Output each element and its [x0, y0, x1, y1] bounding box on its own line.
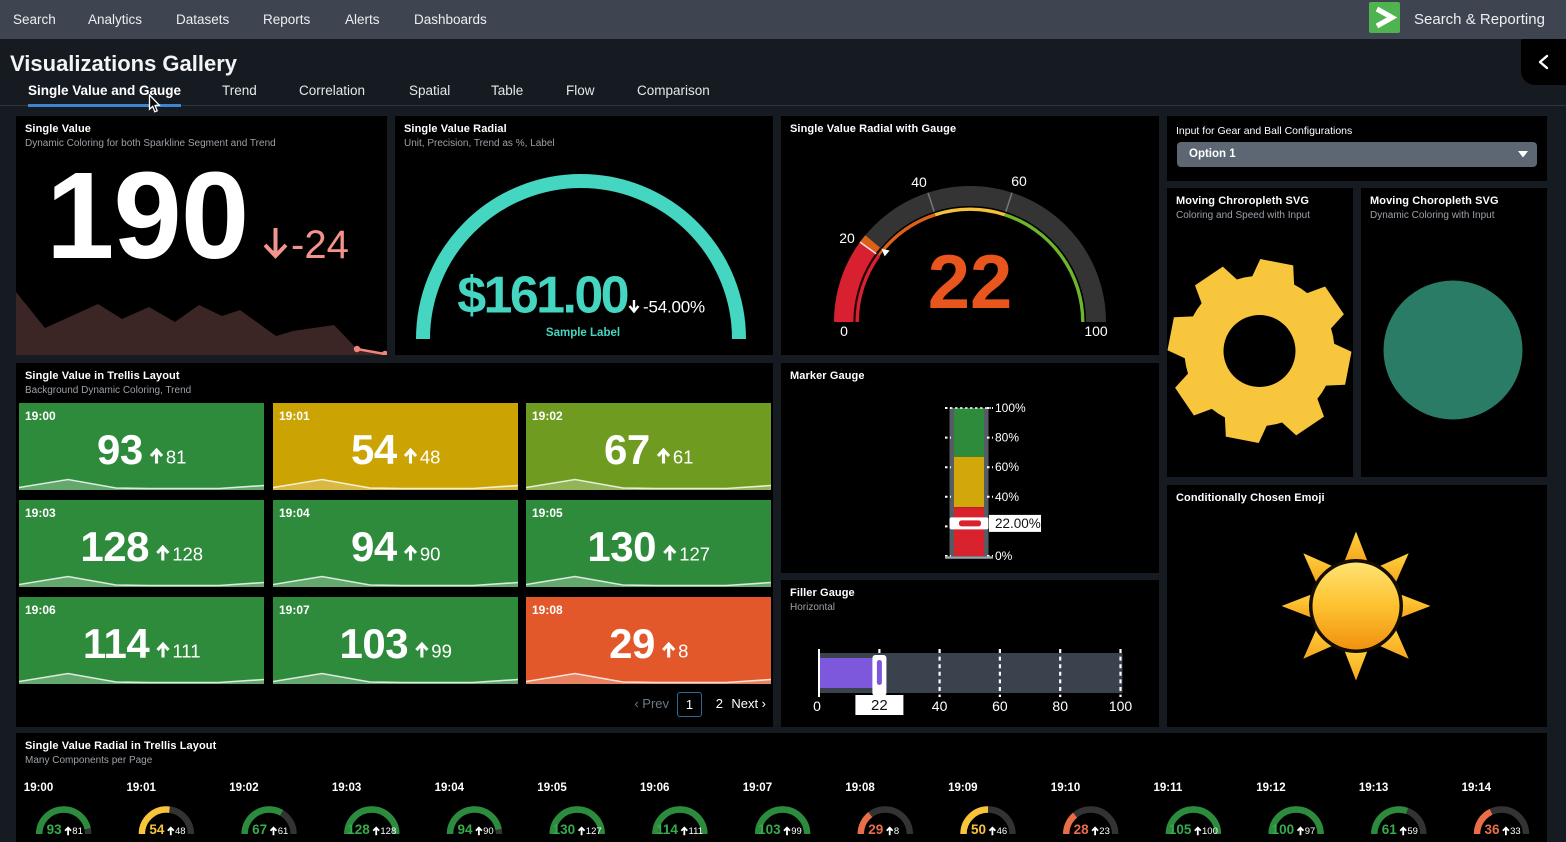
svg-text:20: 20 [839, 230, 855, 246]
svg-text:19:02: 19:02 [229, 782, 258, 794]
svg-text:130: 130 [587, 523, 656, 570]
svg-text:19:13: 19:13 [1359, 782, 1388, 794]
svg-text:19:11: 19:11 [1154, 782, 1183, 794]
svg-text:19:01: 19:01 [127, 782, 157, 794]
svg-text:36: 36 [1484, 822, 1500, 837]
svg-text:90: 90 [483, 826, 494, 837]
svg-text:19:04: 19:04 [279, 506, 310, 520]
svg-text:128: 128 [172, 544, 203, 565]
svg-text:19:14: 19:14 [1462, 782, 1492, 794]
svg-text:8: 8 [678, 641, 688, 662]
svg-text:100: 100 [1084, 323, 1108, 339]
svg-text:19:06: 19:06 [25, 603, 56, 617]
svg-text:19:12: 19:12 [1256, 782, 1285, 794]
svg-text:22: 22 [928, 240, 1013, 325]
svg-text:111: 111 [689, 826, 703, 837]
svg-text:93: 93 [47, 822, 63, 837]
svg-text:80: 80 [1052, 698, 1068, 714]
svg-text:94: 94 [350, 523, 397, 570]
svg-text:61: 61 [1382, 822, 1398, 837]
svg-text:81: 81 [72, 826, 83, 837]
svg-text:22.00%: 22.00% [995, 516, 1041, 531]
svg-text:127: 127 [679, 544, 710, 565]
svg-text:Sample Label: Sample Label [546, 327, 620, 339]
svg-text:100: 100 [1202, 826, 1218, 837]
svg-text:67: 67 [604, 426, 650, 473]
svg-text:22: 22 [871, 697, 888, 714]
svg-text:103: 103 [339, 620, 408, 667]
svg-text:40: 40 [911, 174, 927, 190]
svg-text:19:10: 19:10 [1051, 782, 1080, 794]
svg-text:19:06: 19:06 [640, 782, 669, 794]
svg-text:99: 99 [791, 826, 802, 837]
svg-text:8: 8 [894, 826, 899, 837]
svg-text:114: 114 [83, 620, 150, 667]
svg-text:99: 99 [431, 641, 452, 662]
svg-text:54: 54 [350, 426, 397, 473]
svg-text:0%: 0% [995, 549, 1013, 563]
svg-text:19:00: 19:00 [25, 409, 56, 423]
svg-text:54: 54 [149, 822, 165, 837]
svg-text:100: 100 [1109, 698, 1133, 714]
svg-text:128: 128 [380, 826, 396, 837]
svg-text:111: 111 [172, 641, 200, 662]
svg-text:94: 94 [457, 822, 473, 837]
svg-text:40: 40 [932, 698, 948, 714]
svg-text:60: 60 [1011, 173, 1027, 189]
svg-text:46: 46 [997, 826, 1008, 837]
svg-text:61: 61 [278, 826, 289, 837]
svg-text:81: 81 [166, 447, 187, 468]
svg-text:50: 50 [971, 822, 986, 837]
svg-text:28: 28 [1074, 822, 1090, 837]
svg-text:-54.00%: -54.00% [643, 298, 705, 317]
svg-text:100%: 100% [995, 401, 1026, 415]
svg-text:60%: 60% [995, 460, 1019, 474]
svg-text:19:03: 19:03 [332, 782, 361, 794]
svg-text:19:08: 19:08 [532, 603, 563, 617]
svg-text:59: 59 [1407, 826, 1418, 837]
svg-text:97: 97 [1305, 826, 1316, 837]
svg-text:19:09: 19:09 [948, 782, 977, 794]
svg-text:61: 61 [673, 447, 694, 468]
svg-text:67: 67 [252, 822, 267, 837]
svg-text:19:05: 19:05 [537, 782, 567, 794]
svg-text:0: 0 [840, 323, 848, 339]
svg-text:19:07: 19:07 [743, 782, 772, 794]
svg-text:130: 130 [553, 822, 576, 837]
svg-text:19:05: 19:05 [532, 506, 563, 520]
svg-text:19:03: 19:03 [25, 506, 56, 520]
svg-text:$161.00: $161.00 [457, 267, 627, 325]
svg-text:29: 29 [609, 620, 655, 667]
svg-text:-24: -24 [291, 223, 349, 267]
svg-text:19:02: 19:02 [532, 409, 563, 423]
svg-text:93: 93 [97, 426, 143, 473]
svg-text:19:04: 19:04 [435, 782, 465, 794]
svg-text:100: 100 [1272, 822, 1295, 837]
svg-text:40%: 40% [995, 490, 1019, 504]
svg-text:80%: 80% [995, 431, 1019, 445]
svg-text:19:01: 19:01 [279, 409, 310, 423]
svg-text:0: 0 [813, 698, 821, 714]
svg-text:29: 29 [868, 822, 883, 837]
svg-text:103: 103 [758, 822, 781, 837]
svg-text:90: 90 [419, 544, 440, 565]
svg-text:60: 60 [992, 698, 1008, 714]
svg-text:128: 128 [347, 822, 370, 837]
svg-text:127: 127 [586, 826, 602, 837]
svg-text:19:00: 19:00 [24, 782, 53, 794]
svg-text:128: 128 [80, 523, 149, 570]
svg-text:19:08: 19:08 [845, 782, 875, 794]
svg-text:23: 23 [1099, 826, 1110, 837]
svg-text:105: 105 [1169, 822, 1192, 837]
svg-text:19:07: 19:07 [279, 603, 310, 617]
svg-text:190: 190 [46, 148, 248, 285]
svg-text:33: 33 [1510, 826, 1521, 837]
svg-text:48: 48 [419, 447, 440, 468]
svg-text:114: 114 [656, 822, 678, 837]
svg-text:48: 48 [175, 826, 186, 837]
